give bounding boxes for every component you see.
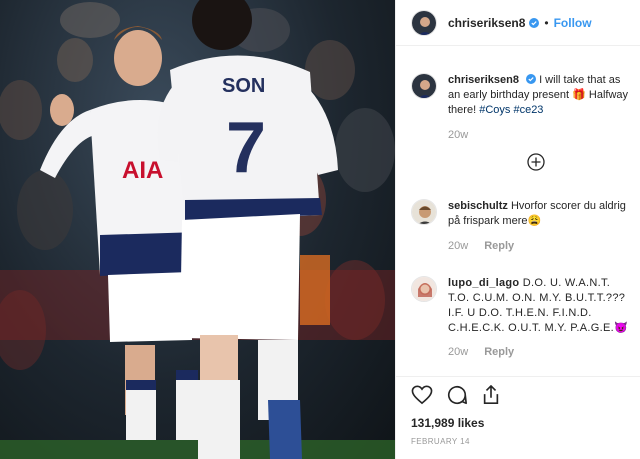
heart-icon[interactable] [411,385,433,405]
reply-button[interactable]: Reply [484,239,514,254]
post-actions: 131,989 likes FEBRUARY 14 [396,376,640,446]
hashtag-coys[interactable]: #Coys [479,104,510,116]
header-separator: • [544,15,549,30]
caption-time[interactable]: 20w [448,128,468,143]
reply-button[interactable]: Reply [484,345,514,360]
comment-item: lupo_di_lago D.O. U. W.A.N.T. T.O. C.U.M… [411,276,636,360]
action-icons [411,383,626,407]
commenter-avatar[interactable] [411,276,437,302]
comment-time[interactable]: 20w [448,345,468,360]
caption-username[interactable]: chriseriksen8 [448,74,519,86]
commenter-username[interactable]: lupo_di_lago [448,277,519,289]
commenter-username[interactable]: sebischultz [448,200,508,212]
post-header: chriseriksen8 • Follow [396,0,640,46]
hashtag-ce23[interactable]: #ce23 [513,104,543,116]
post-photo[interactable]: AIA SON 7 [0,0,395,459]
plus-circle-icon[interactable] [527,153,545,171]
shirt-name-text: SON [222,75,265,97]
post-date[interactable]: FEBRUARY 14 [411,437,626,446]
comment-bubble-icon[interactable] [446,384,468,406]
author-avatar[interactable] [411,9,437,36]
follow-button[interactable]: Follow [554,16,592,30]
shirt-sponsor-text: AIA [122,157,163,184]
comments-list: chriseriksen8 I will take that as an ear… [396,47,640,377]
commenter-avatar[interactable] [411,199,437,225]
shirt-number-text: 7 [226,108,266,188]
comment-item: sebischultz Hvorfor scorer du aldrig på … [411,199,636,254]
likes-count[interactable]: 131,989 likes [411,416,626,430]
share-icon[interactable] [481,384,501,406]
verified-badge-icon [529,17,540,28]
post-side-panel: chriseriksen8 • Follow chriseriksen8 I w… [395,0,640,459]
caption-avatar[interactable] [411,73,437,99]
caption-comment: chriseriksen8 I will take that as an ear… [411,73,636,143]
verified-badge-icon [526,74,536,84]
comment-time[interactable]: 20w [448,239,468,254]
caption-text-block: chriseriksen8 I will take that as an ear… [448,73,634,118]
author-username[interactable]: chriseriksen8 [448,16,525,30]
photo-scene: AIA SON 7 [0,0,395,459]
